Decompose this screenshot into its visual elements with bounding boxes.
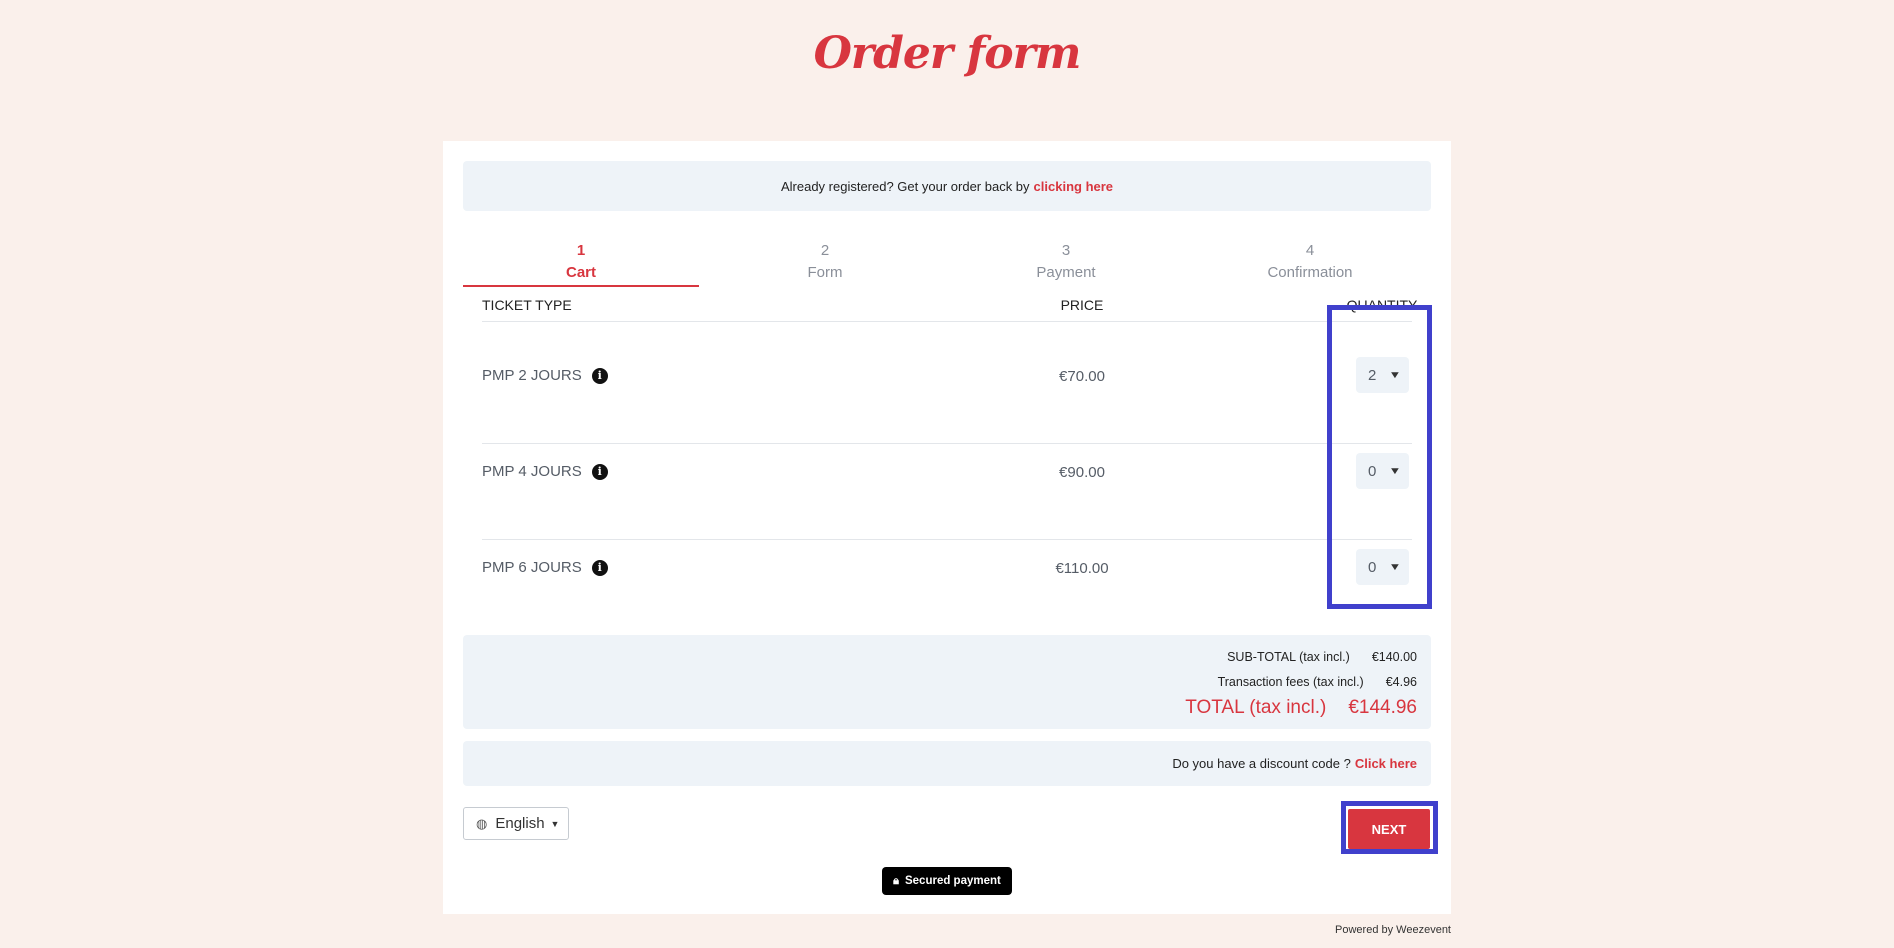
chevron-down-icon: ▼ [1388,465,1402,477]
subtotal-label: SUB-TOTAL (tax incl.) [1227,650,1350,664]
step-number: 4 [1305,242,1315,259]
quantity-select[interactable]: 2 ▼ [1356,357,1409,393]
ticket-name: PMP 4 JOURS [482,463,582,480]
page-title: Order form [813,28,1082,79]
fees-line: Transaction fees (tax incl.) €4.96 [1218,675,1417,689]
step-form[interactable]: 2 Form [707,241,943,283]
ticket-price: €90.00 [1059,464,1105,481]
login-notice: Already registered? Get your order back … [463,161,1431,211]
step-number: 1 [576,242,586,259]
quantity-select[interactable]: 0 ▼ [1356,549,1409,585]
info-icon[interactable]: i [591,367,608,384]
step-payment[interactable]: 3 Payment [948,241,1184,283]
step-number: 2 [820,242,830,259]
step-number: 3 [1061,242,1071,259]
step-label: Payment [1036,264,1096,281]
ticket-name: PMP 2 JOURS [482,367,582,384]
header-quantity: QUANTITY [1346,297,1418,313]
header-price: PRICE [1060,297,1104,313]
totals-panel: SUB-TOTAL (tax incl.) €140.00 Transactio… [463,635,1431,729]
step-label: Form [807,264,843,281]
language-select[interactable]: ◍ English ▼ [463,807,569,840]
subtotal-value: €140.00 [1371,650,1417,664]
row-divider [482,539,1412,540]
info-icon[interactable]: i [591,559,608,576]
discount-panel: Do you have a discount code ? Click here [463,741,1431,786]
language-value: English [495,815,545,832]
quantity-value: 0 [1368,462,1377,480]
total-value: €144.96 [1348,697,1417,718]
step-cart[interactable]: 1 Cart [463,241,699,283]
next-button[interactable]: NEXT [1348,809,1430,849]
step-label: Confirmation [1267,264,1353,281]
chevron-down-icon: ▼ [1388,561,1402,573]
table-row-name: PMP 6 JOURS i [482,559,608,576]
discount-text: Do you have a discount code ? [1172,756,1351,771]
secured-label: Secured payment [904,875,1001,887]
secured-payment-badge: 🔒︎ Secured payment [882,867,1012,895]
ticket-name: PMP 6 JOURS [482,559,582,576]
checkout-steps: 1 Cart 2 Form 3 Payment 4 Confirmation [463,241,1431,289]
total-line: TOTAL (tax incl.) €144.96 [1185,697,1417,719]
caret-down-icon: ▼ [550,818,560,829]
fees-value: €4.96 [1385,675,1417,689]
header-ticket-type: TICKET TYPE [482,297,572,313]
fees-label: Transaction fees (tax incl.) [1217,675,1364,689]
login-notice-text: Already registered? Get your order back … [780,178,1030,194]
total-label: TOTAL (tax incl.) [1185,697,1327,718]
lock-icon: 🔒︎ [893,874,899,887]
active-step-underline [463,285,699,287]
table-row-name: PMP 4 JOURS i [482,463,608,480]
quantity-value: 2 [1368,366,1377,384]
ticket-price: €110.00 [1055,560,1109,577]
row-divider [482,321,1412,322]
row-divider [482,443,1412,444]
step-label: Cart [565,264,596,281]
table-row-name: PMP 2 JOURS i [482,367,608,384]
info-icon[interactable]: i [591,463,608,480]
discount-link[interactable]: Click here [1355,756,1417,771]
powered-by: Powered by Weezevent [1335,924,1451,936]
ticket-price: €70.00 [1059,368,1105,385]
step-confirmation[interactable]: 4 Confirmation [1192,241,1428,283]
login-link[interactable]: clicking here [1034,179,1113,194]
globe-icon: ◍ [476,815,488,831]
quantity-select[interactable]: 0 ▼ [1356,453,1409,489]
chevron-down-icon: ▼ [1388,369,1402,381]
order-card: Already registered? Get your order back … [443,141,1451,914]
subtotal-line: SUB-TOTAL (tax incl.) €140.00 [1227,650,1417,664]
quantity-value: 0 [1368,558,1377,576]
